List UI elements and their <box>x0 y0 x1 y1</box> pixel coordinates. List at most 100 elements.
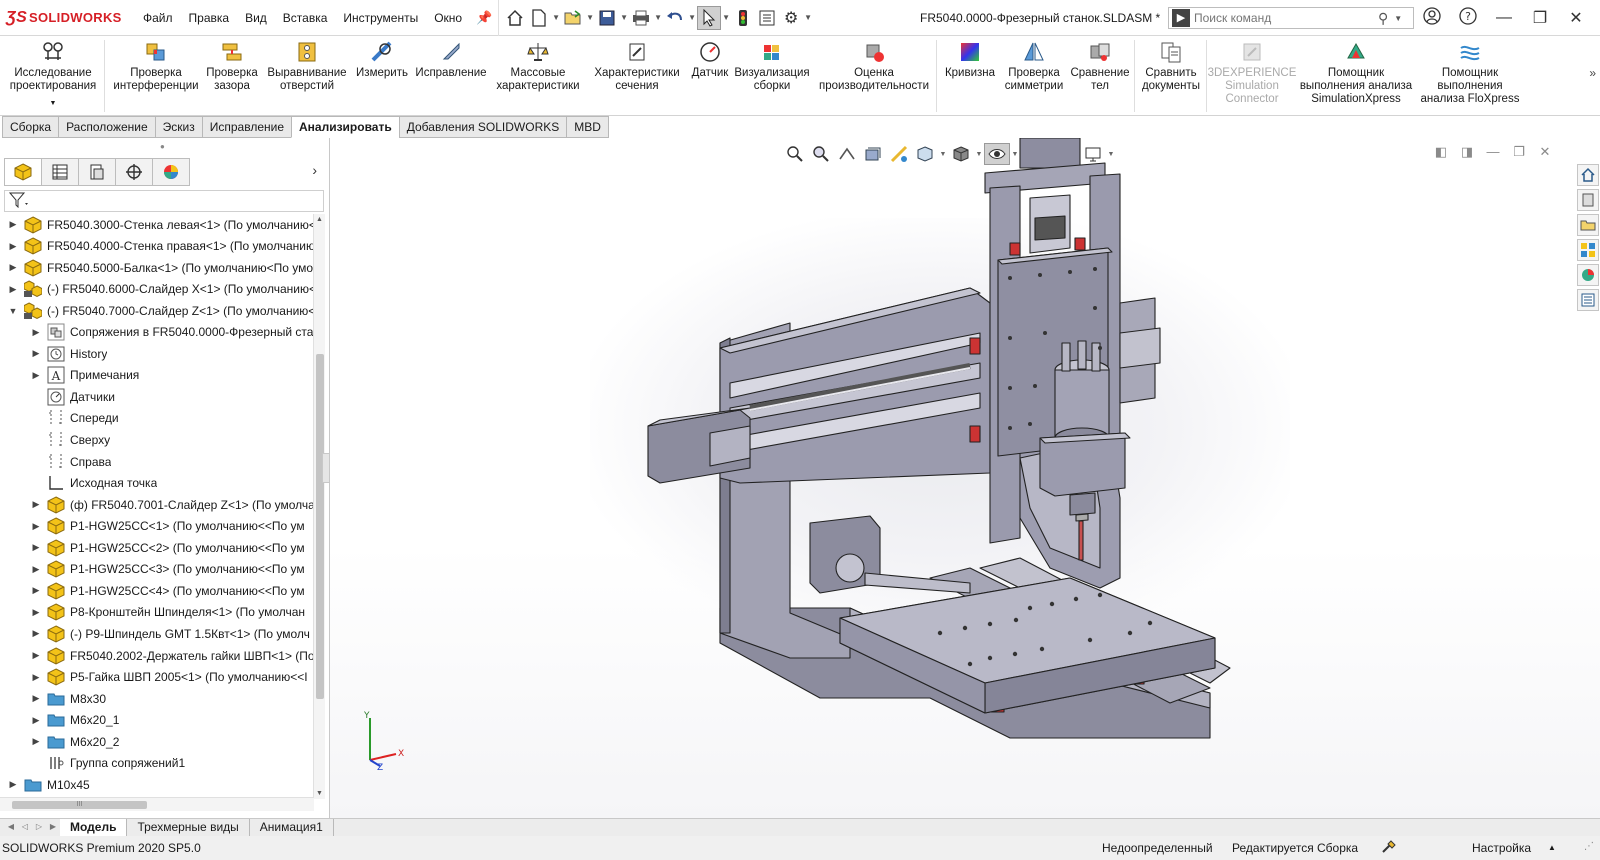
chevron-right-icon[interactable]: ▶ <box>31 693 41 704</box>
tree-item[interactable]: ▶ P1-HGW25CC<1> (По умолчанию<<По ум <box>31 516 305 537</box>
section-properties-button[interactable]: Характеристики сечения <box>590 40 684 93</box>
tree-item[interactable]: ▶ Сопряжения в FR5040.0000-Фрезерный стан <box>31 322 314 343</box>
tab-3d-views[interactable]: Трехмерные виды <box>127 819 250 836</box>
close-icon[interactable]: ✕ <box>1558 8 1594 28</box>
compare-bodies-button[interactable]: Сравнение тел <box>1068 40 1132 93</box>
select-cursor-icon[interactable] <box>697 5 722 30</box>
solidworks-logo[interactable]: ƷS SOLIDWORKS <box>0 9 135 27</box>
panel-grip-icon[interactable]: ● <box>160 142 165 151</box>
tree-item[interactable]: Спереди <box>31 408 119 429</box>
tree-item[interactable]: ▶ A Примечания <box>31 365 139 386</box>
chevron-right-icon[interactable]: ▶ <box>8 219 18 230</box>
status-customize[interactable]: Настройка <box>1472 841 1531 855</box>
tab-fix[interactable]: Исправление <box>201 116 292 138</box>
options-dropdown-icon[interactable]: ▼ <box>803 13 813 22</box>
user-account-icon[interactable] <box>1414 6 1450 30</box>
tree-item[interactable]: ▶ History <box>31 343 107 364</box>
scroll-down-icon[interactable]: ▼ <box>316 790 323 797</box>
tree-item[interactable]: ▼ (-) FR5040.7000-Слайдер Z<1> (По умолча… <box>8 300 314 321</box>
search-icon[interactable]: ⚲ <box>1378 10 1388 27</box>
tree-item[interactable]: Датчики <box>31 386 115 407</box>
tree-item[interactable]: ▶ P8-Кронштейн Шпинделя<1> (По умолчан <box>31 602 305 623</box>
tree-item[interactable]: ▶ FR5040.4000-Стенка правая<1> (По умолча… <box>8 236 314 257</box>
mass-properties-button[interactable]: Массовые характеристики <box>492 40 584 93</box>
tree-item[interactable]: Справа <box>31 451 111 472</box>
hole-alignment-button[interactable]: Выравнивание отверстий <box>266 40 348 93</box>
file-properties-icon[interactable] <box>755 6 779 30</box>
menu-edit[interactable]: Правка <box>181 0 238 36</box>
select-dropdown-icon[interactable]: ▼ <box>721 13 731 22</box>
display-manager-tab-icon[interactable] <box>152 158 190 186</box>
minimize-icon[interactable]: — <box>1486 9 1522 27</box>
tab-last-icon[interactable]: ▶ <box>46 819 60 836</box>
design-study-button[interactable]: Исследование проектирования ▼ <box>4 40 102 110</box>
pin-icon[interactable]: 📌 <box>476 10 492 25</box>
tree-horizontal-scrollbar[interactable]: III <box>0 797 314 811</box>
chevron-right-icon[interactable]: ▶ <box>8 779 18 790</box>
new-document-icon[interactable] <box>527 6 551 30</box>
print-dropdown-icon[interactable]: ▼ <box>653 13 663 22</box>
tree-item[interactable]: ▶ FR5040.3000-Стенка левая<1> (По умолчан… <box>8 214 314 235</box>
clearance-button[interactable]: Проверка зазора <box>204 40 260 93</box>
measure-button[interactable]: Измерить <box>352 40 412 80</box>
assembly-visualization-button[interactable]: Визуализация сборки <box>732 40 812 93</box>
menu-view[interactable]: Вид <box>237 0 275 36</box>
scrollbar-thumb[interactable] <box>316 354 324 699</box>
fix-button[interactable]: Исправление <box>414 40 488 80</box>
scrollbar-thumb[interactable]: III <box>12 801 147 809</box>
tree-item[interactable]: ▶ P1-HGW25CC<4> (По умолчанию<<По ум <box>31 580 305 601</box>
tree-item[interactable]: ▶ (-) FR5040.6000-Слайдер X<1> (По умолча… <box>8 279 314 300</box>
compare-documents-button[interactable]: Сравнить документы <box>1138 40 1204 93</box>
save-icon[interactable] <box>595 6 619 30</box>
tree-item[interactable]: Исходная точка <box>31 473 157 494</box>
tree-item[interactable]: ▶ P1-HGW25CC<3> (По умолчанию<<По ум <box>31 559 305 580</box>
restore-icon[interactable]: ❐ <box>1522 8 1558 28</box>
resize-grip-icon[interactable]: ⋰ <box>1584 841 1594 852</box>
tree-vertical-scrollbar[interactable]: ▲ ▼ <box>313 214 325 799</box>
scroll-up-icon[interactable]: ▲ <box>316 216 323 223</box>
chevron-right-icon[interactable]: ▶ <box>8 241 18 252</box>
search-input[interactable] <box>1194 11 1374 25</box>
tree-item[interactable]: ▶ M10x45 <box>8 774 90 795</box>
chevron-right-icon[interactable]: › <box>312 162 317 178</box>
chevron-right-icon[interactable]: ▶ <box>31 715 41 726</box>
tab-next-icon[interactable]: ▷ <box>32 819 46 836</box>
chevron-right-icon[interactable]: ▶ <box>31 564 41 575</box>
dimxpert-tab-icon[interactable] <box>115 158 153 186</box>
search-dropdown-icon[interactable]: ▼ <box>1394 14 1402 23</box>
menu-file[interactable]: Файл <box>135 0 181 36</box>
chevron-down-icon[interactable]: ▼ <box>8 306 18 316</box>
tree-item[interactable]: ▶ P1-HGW25CC<2> (По умолчанию<<По ум <box>31 537 305 558</box>
rebuild-traffic-light-icon[interactable] <box>731 6 755 30</box>
menu-tools[interactable]: Инструменты <box>335 0 426 36</box>
configuration-manager-tab-icon[interactable] <box>78 158 116 186</box>
chevron-right-icon[interactable]: ▶ <box>31 327 41 338</box>
tree-item[interactable]: ▶ M6x20_2 <box>31 731 120 752</box>
floxpress-button[interactable]: Помощник выполнения анализа FloXpress <box>1418 40 1522 106</box>
tab-prev-icon[interactable]: ◁ <box>18 819 32 836</box>
ribbon-dropdown-icon[interactable]: ▼ <box>50 97 57 110</box>
undo-icon[interactable] <box>663 6 687 30</box>
simulationxpress-button[interactable]: Помощник выполнения анализа SimulationXp… <box>1298 40 1414 106</box>
chevron-right-icon[interactable]: ▶ <box>31 585 41 596</box>
chevron-right-icon[interactable]: ▶ <box>31 348 41 359</box>
tab-model[interactable]: Модель <box>60 819 128 836</box>
tree-item[interactable]: ▶ P5-Гайка ШВП 2005<1> (По умолчанию<<I <box>31 667 308 688</box>
symmetry-button[interactable]: Проверка симметрии <box>1000 40 1068 93</box>
help-icon[interactable]: ? <box>1450 6 1486 30</box>
chevron-right-icon[interactable]: ▶ <box>31 607 41 618</box>
search-mode-icon[interactable]: ▶ <box>1172 9 1190 27</box>
open-icon[interactable] <box>561 6 585 30</box>
tree-item[interactable]: ▶ (-) P9-Шпиндель GMT 1.5Квт<1> (По умолч <box>31 623 310 644</box>
sensor-button[interactable]: Датчик <box>686 40 734 80</box>
menu-insert[interactable]: Вставка <box>275 0 336 36</box>
tree-item[interactable]: ▶ FR5040.5000-Балка<1> (По умолчанию<По у… <box>8 257 313 278</box>
tree-item[interactable]: ▶ M6x20_1 <box>31 710 120 731</box>
chevron-right-icon[interactable]: ▶ <box>31 672 41 683</box>
cnc-machine-model[interactable] <box>330 138 1600 818</box>
tab-addins[interactable]: Добавления SOLIDWORKS <box>398 116 568 138</box>
curvature-button[interactable]: Кривизна <box>940 40 1000 80</box>
performance-button[interactable]: Оценка производительности <box>814 40 934 93</box>
customize-dropdown-icon[interactable]: ▲ <box>1548 843 1556 852</box>
tree-item[interactable]: Сверху <box>31 430 110 451</box>
